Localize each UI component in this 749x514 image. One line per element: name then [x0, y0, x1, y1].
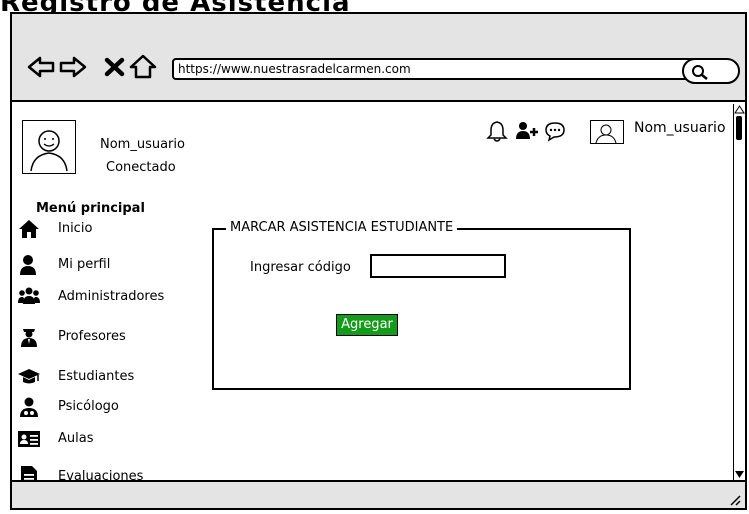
- vertical-scrollbar[interactable]: [733, 104, 745, 480]
- menu-item-label: Administradores: [58, 289, 165, 304]
- menu-title: Menú principal: [36, 201, 145, 216]
- menu-item-inicio[interactable]: Inicio: [18, 218, 198, 240]
- profile-status: Conectado: [106, 160, 176, 175]
- teacher-icon: [18, 326, 40, 348]
- menu-item-label: Inicio: [58, 221, 93, 236]
- code-input[interactable]: [370, 254, 506, 278]
- scroll-thumb[interactable]: [736, 116, 742, 140]
- menu-item-label: Psicólogo: [58, 399, 119, 414]
- menu-item-psicologo[interactable]: Psicólogo: [18, 396, 198, 418]
- browser-window: https://www.nuestrasradelcarmen.com Nom_…: [10, 12, 747, 510]
- bell-icon[interactable]: [486, 120, 508, 144]
- scroll-up-icon[interactable]: [734, 104, 745, 114]
- profile-name: Nom_usuario: [100, 137, 185, 152]
- menu-item-profesores[interactable]: Profesores: [18, 326, 198, 348]
- address-bar[interactable]: https://www.nuestrasradelcarmen.com: [172, 58, 699, 80]
- attendance-panel: MARCAR ASISTENCIA ESTUDIANTE Ingresar có…: [212, 220, 631, 390]
- classroom-icon: [18, 428, 40, 450]
- menu-item-administradores[interactable]: Administradores: [18, 286, 198, 308]
- chat-icon[interactable]: [544, 120, 566, 144]
- panel-title: MARCAR ASISTENCIA ESTUDIANTE: [226, 220, 458, 235]
- status-bar: [12, 480, 745, 508]
- menu-item-label: Aulas: [58, 431, 94, 446]
- agregar-button[interactable]: Agregar: [336, 314, 398, 336]
- home-icon[interactable]: [128, 52, 158, 82]
- menu-item-aulas[interactable]: Aulas: [18, 428, 198, 450]
- scroll-down-icon[interactable]: [734, 470, 745, 480]
- code-label: Ingresar código: [250, 260, 351, 275]
- add-user-icon[interactable]: [516, 120, 538, 144]
- back-icon[interactable]: [26, 52, 56, 82]
- menu-item-label: Mi perfil: [58, 257, 111, 272]
- user-icon: [18, 254, 40, 276]
- page-heading: Registro de Asistencia: [0, 0, 749, 12]
- forward-icon[interactable]: [58, 52, 88, 82]
- page-content: Nom_usuario Conectado Menú principal Ini…: [12, 102, 745, 488]
- browser-toolbar: https://www.nuestrasradelcarmen.com: [12, 14, 745, 102]
- top-user-name[interactable]: Nom_usuario: [634, 120, 726, 136]
- menu-item-estudiantes[interactable]: Estudiantes: [18, 366, 198, 388]
- doctor-icon: [18, 396, 40, 418]
- profile-card: Nom_usuario Conectado: [22, 120, 190, 186]
- search-button[interactable]: [682, 58, 740, 84]
- menu-item-label: Estudiantes: [58, 369, 135, 384]
- graduation-cap-icon: [18, 366, 40, 388]
- search-icon: [692, 65, 708, 80]
- menu-item-mi-perfil[interactable]: Mi perfil: [18, 254, 198, 276]
- avatar[interactable]: [22, 120, 76, 174]
- menu-item-label: Profesores: [58, 329, 126, 344]
- avatar[interactable]: [590, 120, 624, 144]
- resize-grip-icon[interactable]: [727, 492, 741, 506]
- home-icon: [18, 218, 40, 240]
- close-icon[interactable]: [100, 52, 130, 82]
- users-icon: [18, 286, 40, 308]
